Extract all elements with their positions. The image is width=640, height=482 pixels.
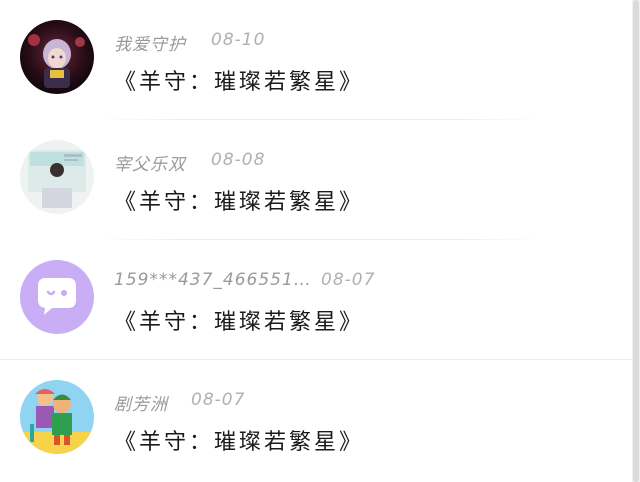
comment-list: 我爱守护 08-10 《羊守：璀璨若繁星》 宰父乐双 08-08 《羊守：璀璨若… <box>0 0 632 480</box>
comment-username[interactable]: 我爱守护 <box>114 30 186 55</box>
comment-date: 08-07 <box>191 390 246 410</box>
avatar-cartoon-icon[interactable] <box>20 380 94 454</box>
comment-username[interactable]: 剧芳洲 <box>114 390 168 415</box>
comment-date: 08-07 <box>321 270 376 290</box>
comment-text: 《羊守：璀璨若繁星》 <box>114 430 365 455</box>
scrollbar-track[interactable] <box>632 0 640 482</box>
comment-date: 08-10 <box>211 30 266 50</box>
avatar-photo-icon[interactable] <box>20 140 94 214</box>
comment-username[interactable]: 宰父乐双 <box>114 150 186 175</box>
default-avatar-chat-icon[interactable] <box>20 260 94 334</box>
comment-item: 我爱守护 08-10 《羊守：璀璨若繁星》 <box>0 0 632 120</box>
comment-username[interactable]: 159***437_466551… <box>114 270 312 290</box>
comment-text: 《羊守：璀璨若繁星》 <box>114 310 365 335</box>
comment-item: 159***437_466551… 08-07 《羊守：璀璨若繁星》 <box>0 240 632 360</box>
comment-list-page: 我爱守护 08-10 《羊守：璀璨若繁星》 宰父乐双 08-08 《羊守：璀璨若… <box>0 0 640 482</box>
comment-text: 《羊守：璀璨若繁星》 <box>114 190 365 215</box>
scrollbar-thumb[interactable] <box>633 0 639 482</box>
comment-date: 08-08 <box>211 150 266 170</box>
comment-text: 《羊守：璀璨若繁星》 <box>114 70 365 95</box>
comment-item: 剧芳洲 08-07 《羊守：璀璨若繁星》 <box>0 360 632 480</box>
avatar-anime-icon[interactable] <box>20 20 94 94</box>
comment-item: 宰父乐双 08-08 《羊守：璀璨若繁星》 <box>0 120 632 240</box>
